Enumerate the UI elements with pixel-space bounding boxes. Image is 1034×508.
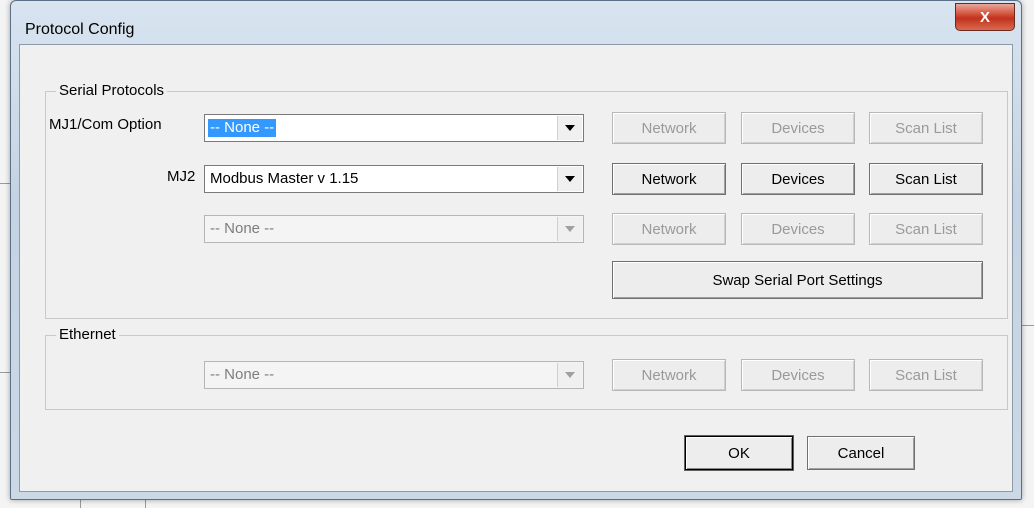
dialog-title: Protocol Config bbox=[25, 21, 135, 38]
ethernet-protocol-select[interactable]: -- None -- bbox=[204, 361, 584, 389]
ok-button[interactable]: OK bbox=[685, 436, 793, 470]
dropdown-button[interactable] bbox=[557, 217, 582, 241]
title-bar[interactable]: Protocol Config X bbox=[11, 1, 1021, 43]
serial-3-protocol-select[interactable]: -- None -- bbox=[204, 215, 584, 243]
dropdown-button[interactable] bbox=[557, 167, 582, 191]
background-divider bbox=[0, 372, 10, 373]
chevron-down-icon bbox=[565, 125, 575, 131]
dropdown-button[interactable] bbox=[557, 363, 582, 387]
mj1-protocol-select[interactable]: -- None -- bbox=[204, 114, 584, 142]
close-button[interactable]: X bbox=[955, 3, 1015, 31]
ethernet-label: Ethernet bbox=[56, 326, 119, 343]
chevron-down-icon bbox=[565, 372, 575, 378]
ethernet-devices-button[interactable]: Devices bbox=[741, 359, 855, 391]
serial-3-network-button[interactable]: Network bbox=[612, 213, 726, 245]
protocol-config-dialog: Protocol Config X Serial Protocols MJ1/C… bbox=[10, 0, 1022, 500]
close-icon: X bbox=[979, 8, 990, 26]
serial-3-devices-button[interactable]: Devices bbox=[741, 213, 855, 245]
swap-serial-port-settings-button[interactable]: Swap Serial Port Settings bbox=[612, 261, 983, 299]
ethernet-protocol-value: -- None -- bbox=[210, 366, 275, 383]
mj2-devices-button[interactable]: Devices bbox=[741, 163, 855, 195]
dialog-body: Serial Protocols MJ1/Com Option -- None … bbox=[19, 44, 1013, 492]
serial-protocols-label: Serial Protocols bbox=[56, 82, 168, 99]
mj2-protocol-select[interactable]: Modbus Master v 1.15 bbox=[204, 165, 584, 193]
ethernet-network-button[interactable]: Network bbox=[612, 359, 726, 391]
dropdown-button[interactable] bbox=[557, 116, 582, 140]
mj1-devices-button[interactable]: Devices bbox=[741, 112, 855, 144]
mj2-network-button[interactable]: Network bbox=[612, 163, 726, 195]
chevron-down-icon bbox=[565, 176, 575, 182]
mj2-label: MJ2 bbox=[167, 168, 196, 185]
serial-3-scan-list-button[interactable]: Scan List bbox=[869, 213, 983, 245]
mj2-protocol-value: Modbus Master v 1.15 bbox=[210, 170, 359, 187]
background-divider bbox=[0, 183, 10, 184]
background-divider bbox=[145, 500, 146, 508]
cancel-button[interactable]: Cancel bbox=[807, 436, 915, 470]
mj1-protocol-value: -- None -- bbox=[208, 119, 277, 137]
chevron-down-icon bbox=[565, 226, 575, 232]
mj1-network-button[interactable]: Network bbox=[612, 112, 726, 144]
serial-3-protocol-value: -- None -- bbox=[210, 220, 275, 237]
mj1-com-option-label: MJ1/Com Option bbox=[49, 116, 162, 133]
ethernet-scan-list-button[interactable]: Scan List bbox=[869, 359, 983, 391]
mj2-scan-list-button[interactable]: Scan List bbox=[869, 163, 983, 195]
background-divider bbox=[1022, 325, 1034, 326]
mj1-scan-list-button[interactable]: Scan List bbox=[869, 112, 983, 144]
background-divider bbox=[80, 500, 81, 508]
